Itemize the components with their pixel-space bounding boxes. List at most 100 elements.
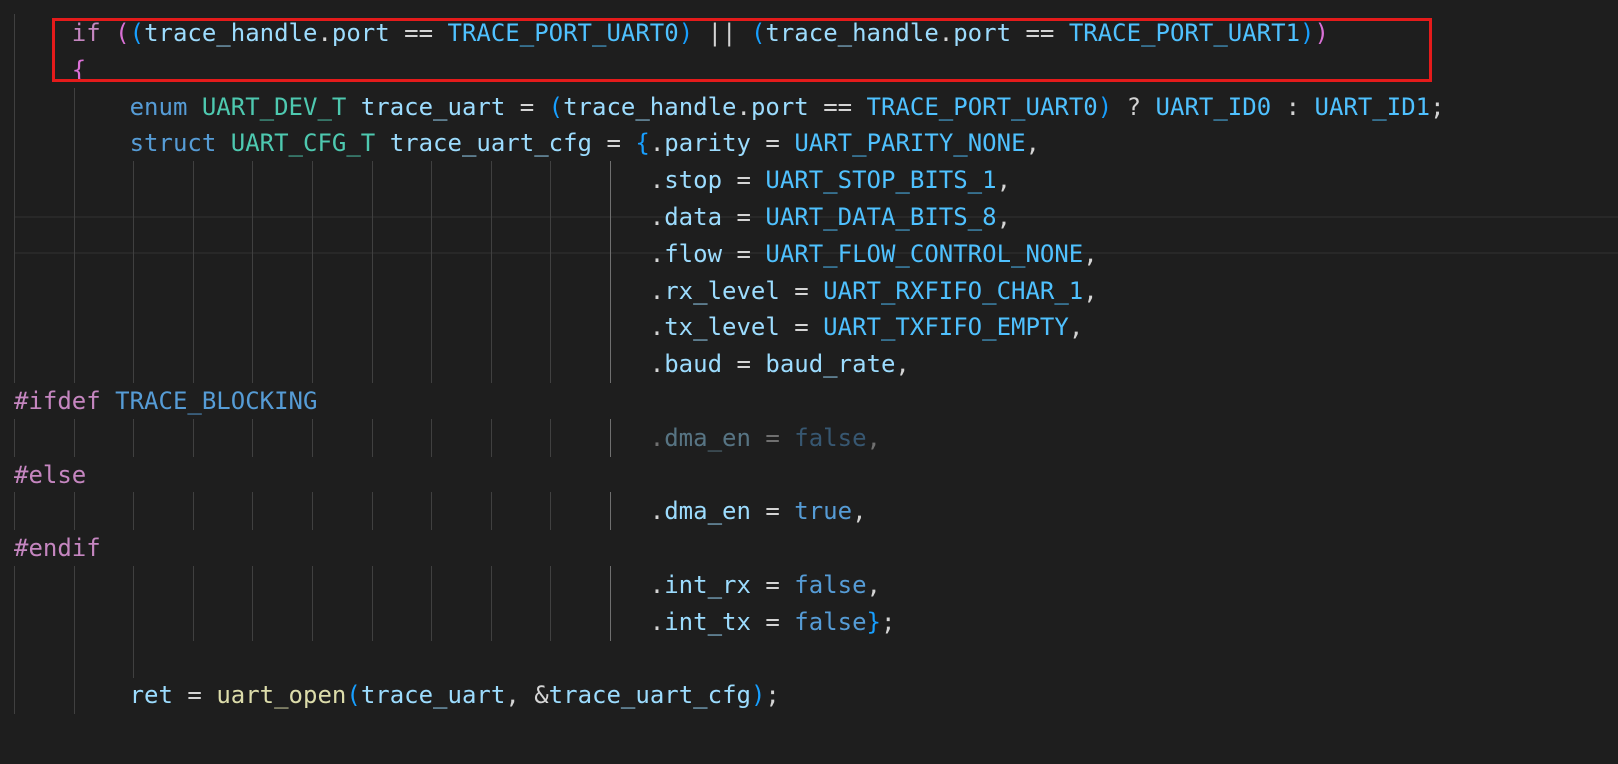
code-line[interactable]: #ifdef TRACE_BLOCKING: [0, 382, 1618, 420]
code-token: port: [331, 19, 390, 47]
code-token: =: [750, 571, 795, 599]
indent-guide: [133, 639, 134, 678]
code-token: (: [129, 19, 145, 47]
code-token: =: [750, 607, 795, 636]
code-token: port: [750, 92, 809, 121]
code-editor[interactable]: if ((trace_handle.port == TRACE_PORT_UAR…: [0, 0, 1618, 764]
code-line[interactable]: {: [0, 50, 1618, 89]
code-token: ;: [1430, 92, 1445, 121]
code-token: (: [115, 19, 130, 47]
code-token: .: [649, 239, 665, 268]
code-token: UART_RXFIFO_CHAR_1: [823, 276, 1084, 305]
code-text: #endif: [14, 529, 101, 567]
code-token: ==: [1011, 19, 1069, 47]
code-token: ret: [129, 681, 173, 710]
code-token: struct: [129, 129, 217, 158]
code-text: .tx_level = UART_TXFIFO_EMPTY,: [14, 308, 1084, 346]
code-token: .: [649, 313, 665, 342]
code-token: TRACE_PORT_UART1: [1068, 19, 1301, 47]
code-token: UART_DEV_T: [201, 92, 347, 121]
code-token: .: [649, 129, 665, 158]
code-token: =: [750, 497, 795, 526]
code-line[interactable]: .baud = baud_rate,: [0, 345, 1618, 384]
code-line[interactable]: .flow = UART_FLOW_CONTROL_NONE,: [0, 234, 1618, 273]
code-token: flow: [664, 239, 723, 268]
indent-guide: [74, 639, 75, 678]
code-text: .data = UART_DATA_BITS_8,: [14, 198, 1011, 236]
code-token: data: [664, 203, 723, 231]
code-token: ,: [895, 350, 910, 379]
code-token: int_rx: [664, 571, 751, 599]
code-line[interactable]: .data = UART_DATA_BITS_8,: [0, 198, 1618, 236]
code-line[interactable]: .stop = UART_STOP_BITS_1,: [0, 161, 1618, 200]
code-line[interactable]: #endif: [0, 529, 1618, 567]
code-line[interactable]: .dma_en = true,: [0, 492, 1618, 531]
code-token: ;: [765, 681, 780, 710]
code-token: =: [505, 92, 549, 121]
indent-guide: [14, 639, 15, 678]
code-token: }: [866, 607, 881, 636]
code-token: port: [953, 19, 1012, 47]
code-token: UART_TXFIFO_EMPTY: [823, 313, 1069, 342]
code-token: stop: [664, 166, 723, 195]
code-token: ,: [1025, 129, 1040, 158]
code-token: , &: [505, 681, 549, 710]
code-token: =: [722, 166, 766, 195]
code-token: parity: [664, 129, 751, 158]
code-line[interactable]: .tx_level = UART_TXFIFO_EMPTY,: [0, 308, 1618, 347]
code-token: ==: [808, 92, 867, 121]
code-token: .: [649, 423, 665, 452]
code-line[interactable]: .int_tx = false};: [0, 602, 1618, 641]
code-line[interactable]: #else: [0, 456, 1618, 494]
code-token: trace_uart: [360, 92, 506, 121]
code-token: enum: [129, 92, 188, 121]
code-token: uart_open: [216, 681, 347, 710]
code-text: .dma_en = true,: [14, 492, 867, 530]
code-text: .stop = UART_STOP_BITS_1,: [14, 161, 1011, 199]
code-line[interactable]: [0, 639, 1618, 678]
code-token: .: [649, 571, 665, 599]
code-text: .dma_en = false,: [14, 419, 881, 457]
code-token: ==: [389, 19, 448, 47]
code-token: UART_FLOW_CONTROL_NONE: [765, 239, 1084, 268]
code-line[interactable]: .int_rx = false,: [0, 566, 1618, 604]
code-token: .: [649, 497, 665, 526]
code-token: ,: [852, 497, 867, 526]
code-line[interactable]: struct UART_CFG_T trace_uart_cfg = {.par…: [0, 124, 1618, 163]
code-line[interactable]: if ((trace_handle.port == TRACE_PORT_UAR…: [0, 14, 1618, 52]
code-token: (: [346, 681, 361, 710]
code-text: .int_rx = false,: [14, 566, 881, 604]
code-line[interactable]: .rx_level = UART_RXFIFO_CHAR_1,: [0, 271, 1618, 310]
code-text: enum UART_DEV_T trace_uart = (trace_hand…: [14, 88, 1445, 126]
code-token: UART_DATA_BITS_8: [765, 203, 997, 231]
code-token: =: [750, 423, 795, 452]
code-token: :: [1271, 92, 1315, 121]
code-token: UART_ID1: [1314, 92, 1431, 121]
code-token: ): [1097, 92, 1113, 121]
code-line[interactable]: enum UART_DEV_T trace_uart = (trace_hand…: [0, 87, 1618, 126]
code-line[interactable]: .dma_en = false,: [0, 418, 1618, 457]
code-line[interactable]: ret = uart_open(trace_uart, &trace_uart_…: [0, 676, 1618, 715]
code-token: ): [750, 681, 766, 710]
code-token: ?: [1112, 92, 1156, 121]
code-token: =: [722, 203, 766, 231]
code-token: trace_uart_cfg: [548, 681, 751, 710]
code-token: =: [779, 276, 824, 305]
code-token: ,: [996, 203, 1012, 231]
code-token: ,: [866, 423, 881, 452]
code-token: #ifdef: [14, 387, 101, 415]
code-token: {: [71, 55, 87, 84]
code-token: .: [649, 166, 665, 195]
code-text: if ((trace_handle.port == TRACE_PORT_UAR…: [14, 14, 1329, 52]
code-token: .: [649, 203, 665, 231]
